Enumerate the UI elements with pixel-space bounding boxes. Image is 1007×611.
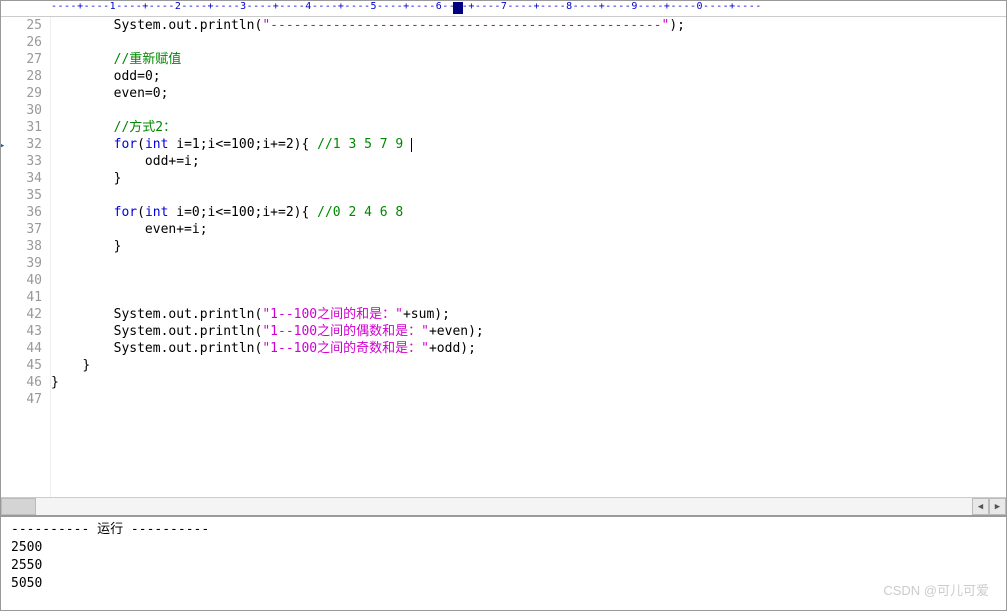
scrollbar-thumb[interactable] — [1, 498, 36, 515]
line-number: 29 — [1, 85, 42, 102]
line-number-gutter: 2526272829303132333435363738394041424344… — [1, 17, 51, 497]
code-line[interactable]: System.out.println("--------------------… — [51, 17, 1006, 34]
horizontal-scrollbar[interactable]: ◀ ▶ — [1, 497, 1006, 515]
code-line[interactable]: even+=i; — [51, 221, 1006, 238]
output-pane[interactable]: ---------- 运行 ---------- 2500 2550 5050 — [1, 515, 1006, 610]
line-number: 33 — [1, 153, 42, 170]
editor-window: ----+----1----+----2----+----3----+----4… — [0, 0, 1007, 611]
code-line[interactable] — [51, 255, 1006, 272]
line-number: 39 — [1, 255, 42, 272]
code-line[interactable]: odd+=i; — [51, 153, 1006, 170]
line-number: 47 — [1, 391, 42, 408]
code-line[interactable]: even=0; — [51, 85, 1006, 102]
line-number: 25 — [1, 17, 42, 34]
line-number: 31 — [1, 119, 42, 136]
line-number: 43 — [1, 323, 42, 340]
line-number: 35 — [1, 187, 42, 204]
line-number: 45 — [1, 357, 42, 374]
code-line[interactable]: for(int i=1;i<=100;i+=2){ //1 3 5 7 9 — [51, 136, 1006, 153]
code-line[interactable]: System.out.println("1--100之间的偶数和是："+even… — [51, 323, 1006, 340]
editor-main: 2526272829303132333435363738394041424344… — [1, 17, 1006, 497]
code-line[interactable] — [51, 272, 1006, 289]
line-number: 26 — [1, 34, 42, 51]
line-number: 41 — [1, 289, 42, 306]
line-number: 32 — [1, 136, 42, 153]
code-line[interactable]: for(int i=0;i<=100;i+=2){ //0 2 4 6 8 — [51, 204, 1006, 221]
line-number: 34 — [1, 170, 42, 187]
line-number: 36 — [1, 204, 42, 221]
scrollbar-track[interactable] — [1, 498, 972, 515]
line-number: 37 — [1, 221, 42, 238]
scroll-left-button[interactable]: ◀ — [972, 498, 989, 515]
line-number: 40 — [1, 272, 42, 289]
line-number: 30 — [1, 102, 42, 119]
line-number: 42 — [1, 306, 42, 323]
code-line[interactable] — [51, 289, 1006, 306]
code-area[interactable]: System.out.println("--------------------… — [51, 17, 1006, 497]
code-line[interactable]: } — [51, 374, 1006, 391]
scroll-right-button[interactable]: ▶ — [989, 498, 1006, 515]
code-line[interactable]: } — [51, 170, 1006, 187]
code-line[interactable]: System.out.println("1--100之间的和是："+sum); — [51, 306, 1006, 323]
code-line[interactable] — [51, 187, 1006, 204]
code-line[interactable]: //方式2： — [51, 119, 1006, 136]
ruler-cursor-marker — [453, 2, 463, 14]
column-ruler: ----+----1----+----2----+----3----+----4… — [1, 1, 1006, 17]
ruler-text: ----+----1----+----2----+----3----+----4… — [51, 1, 762, 12]
code-line[interactable] — [51, 34, 1006, 51]
code-line[interactable] — [51, 391, 1006, 408]
line-number: 44 — [1, 340, 42, 357]
line-number: 28 — [1, 68, 42, 85]
line-number: 27 — [1, 51, 42, 68]
code-line[interactable]: } — [51, 238, 1006, 255]
code-line[interactable]: odd=0; — [51, 68, 1006, 85]
code-line[interactable]: System.out.println("1--100之间的奇数和是："+odd)… — [51, 340, 1006, 357]
code-line[interactable] — [51, 102, 1006, 119]
line-number: 38 — [1, 238, 42, 255]
line-number: 46 — [1, 374, 42, 391]
code-line[interactable]: //重新赋值 — [51, 51, 1006, 68]
code-line[interactable]: } — [51, 357, 1006, 374]
